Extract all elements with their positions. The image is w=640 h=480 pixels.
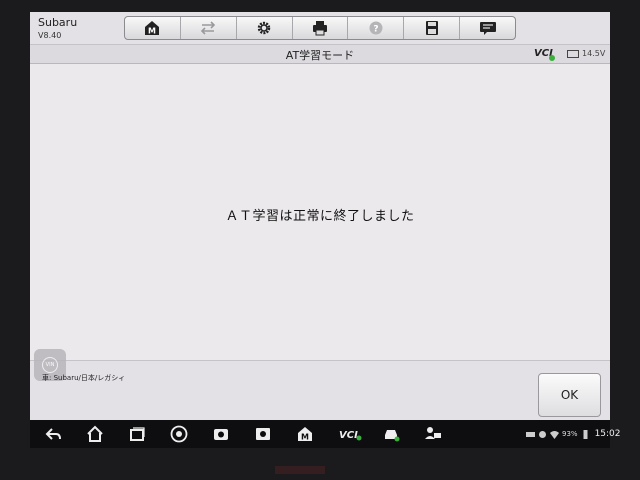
print-button[interactable]: [293, 17, 349, 39]
svg-text:?: ?: [373, 25, 378, 35]
vci-icon: VCI: [339, 430, 362, 441]
battery-percent: 93%: [562, 430, 578, 438]
camera-button[interactable]: [210, 424, 232, 444]
device-logo: [275, 466, 325, 474]
vehicle-swap-button[interactable]: [181, 17, 237, 39]
screen: Subaru V8.40 M ? AT学習モード VCI 14.5V ＡＴ学習は…: [30, 12, 610, 420]
toolbar: M ?: [124, 16, 516, 40]
svg-text:M: M: [148, 27, 156, 36]
vehicle-icon: [385, 430, 400, 442]
screenshot-button[interactable]: [252, 424, 274, 444]
maxisys-home-icon: M: [298, 427, 312, 442]
chrome-button[interactable]: [168, 424, 190, 444]
back-button[interactable]: [42, 424, 64, 444]
vin-icon: VIN: [42, 357, 58, 373]
ok-button[interactable]: OK: [538, 373, 601, 417]
printer-icon: [313, 21, 327, 36]
top-bar: Subaru V8.40 M ?: [30, 12, 610, 44]
battery-status-icon: [583, 429, 588, 439]
message-area: ＡＴ学習は正常に終了しました: [30, 64, 610, 360]
chrome-icon: [170, 425, 188, 443]
vehicle-path: 車: Subaru/日本/レガシィ: [42, 374, 126, 382]
keyboard-icon: [526, 431, 535, 437]
settings-gear-icon: [257, 21, 271, 35]
data-log-button[interactable]: [460, 17, 515, 39]
wifi-icon: [550, 430, 559, 439]
home-button[interactable]: M: [125, 17, 181, 39]
save-icon: [425, 21, 438, 35]
home-nav-button[interactable]: [84, 424, 106, 444]
vehicle-swap-icon: [201, 21, 216, 35]
vci-manager-button[interactable]: VCI: [336, 424, 364, 444]
status-area: 93% 15:02: [526, 428, 621, 440]
page-title: AT学習モード: [285, 49, 355, 62]
vci-connected-icon: [549, 55, 555, 61]
settings-button[interactable]: [237, 17, 293, 39]
camera-icon: [214, 429, 228, 440]
recent-apps-button[interactable]: [126, 424, 148, 444]
help-icon: ?: [369, 21, 383, 35]
maxisys-home-button[interactable]: M: [294, 424, 316, 444]
home-icon: [87, 425, 103, 442]
data-log-icon: [479, 22, 496, 35]
home-m-icon: M: [145, 21, 160, 36]
notification-icon: [539, 430, 546, 438]
svg-text:VCI: VCI: [339, 430, 358, 441]
recent-apps-icon: [130, 427, 145, 441]
battery-voltage: 14.5V: [582, 49, 606, 58]
clock: 15:02: [594, 429, 621, 439]
app-version: V8.40: [38, 31, 62, 40]
footer: VIN 車: Subaru/日本/レガシィ OK: [30, 349, 610, 420]
app-name: Subaru: [38, 16, 78, 29]
android-nav-bar: M VCI 93% 15:02: [30, 420, 621, 448]
svg-text:M: M: [301, 433, 309, 442]
remote-expert-icon: [425, 427, 441, 439]
battery-icon: [567, 50, 579, 58]
help-button[interactable]: ?: [348, 17, 405, 39]
remote-expert-button[interactable]: [422, 424, 444, 444]
back-icon: [45, 428, 61, 440]
vehicle-button[interactable]: [380, 424, 402, 444]
save-button[interactable]: [404, 17, 461, 39]
title-bar: AT学習モード VCI 14.5V: [30, 44, 610, 64]
screenshot-icon: [256, 428, 270, 440]
result-message: ＡＴ学習は正常に終了しました: [225, 209, 415, 224]
